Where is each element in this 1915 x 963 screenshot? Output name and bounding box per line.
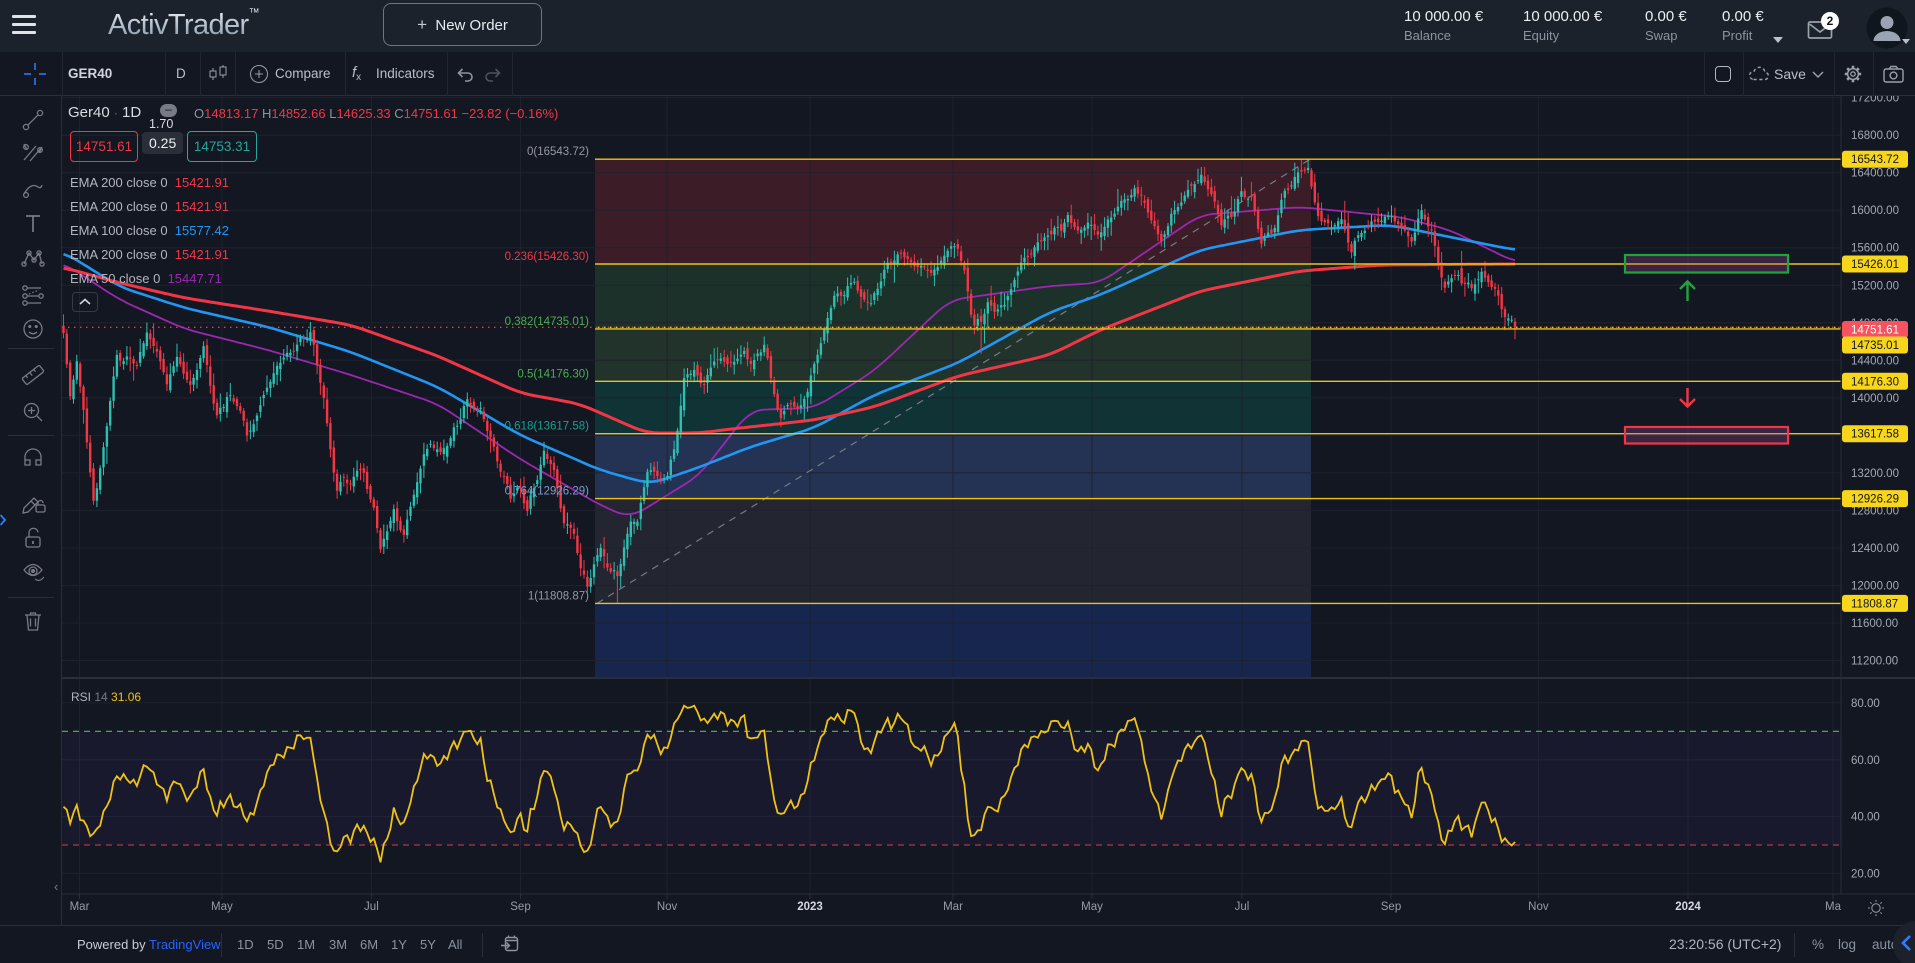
svg-text:13617.58: 13617.58 [1851,429,1899,441]
svg-text:1(11808.87): 1(11808.87) [528,590,589,602]
svg-text:11600.00: 11600.00 [1851,618,1898,630]
svg-text:Jul: Jul [364,901,379,913]
svg-text:14000.00: 14000.00 [1851,393,1899,405]
svg-text:12400.00: 12400.00 [1851,543,1899,555]
svg-text:Mar: Mar [70,901,90,913]
svg-text:Mar: Mar [943,901,963,913]
svg-text:14751.61: 14751.61 [1851,325,1899,337]
svg-text:0.5(14176.30): 0.5(14176.30) [517,368,589,380]
svg-text:Ma: Ma [1825,901,1842,913]
svg-text:0(16543.72): 0(16543.72) [527,146,589,158]
svg-text:16400.00: 16400.00 [1851,168,1899,180]
svg-text:11808.87: 11808.87 [1851,598,1898,610]
svg-text:Jul: Jul [1235,901,1250,913]
svg-text:15200.00: 15200.00 [1851,280,1899,292]
svg-text:12926.29: 12926.29 [1851,494,1899,506]
svg-text:0.382(14735.01): 0.382(14735.01) [505,316,590,328]
svg-text:12000.00: 12000.00 [1851,581,1899,593]
svg-text:Nov: Nov [657,901,678,913]
svg-text:0.764(12926.29): 0.764(12926.29) [505,486,590,498]
svg-text:40.00: 40.00 [1851,812,1880,824]
svg-text:20.00: 20.00 [1851,868,1880,880]
svg-text:Nov: Nov [1528,901,1549,913]
svg-text:11200.00: 11200.00 [1851,656,1898,668]
svg-text:2023: 2023 [797,901,823,913]
svg-text:13200.00: 13200.00 [1851,468,1899,480]
svg-text:14735.01: 14735.01 [1851,340,1899,352]
svg-text:May: May [211,901,233,913]
svg-text:16000.00: 16000.00 [1851,205,1899,217]
svg-text:14400.00: 14400.00 [1851,355,1899,367]
svg-text:16800.00: 16800.00 [1851,130,1899,142]
svg-text:14176.30: 14176.30 [1851,376,1899,388]
svg-text:0.618(13617.58): 0.618(13617.58) [505,421,590,433]
svg-text:17200.00: 17200.00 [1851,96,1899,105]
svg-text:15600.00: 15600.00 [1851,243,1899,255]
svg-text:2024: 2024 [1675,901,1701,913]
svg-text:15426.01: 15426.01 [1851,259,1899,271]
svg-text:12800.00: 12800.00 [1851,505,1899,517]
svg-text:May: May [1081,901,1103,913]
svg-text:16543.72: 16543.72 [1851,154,1899,166]
svg-text:Sep: Sep [510,901,530,913]
svg-text:0.236(15426.30): 0.236(15426.30) [505,251,590,263]
svg-text:80.00: 80.00 [1851,698,1880,710]
svg-text:Sep: Sep [1381,901,1401,913]
svg-text:RSI 14 31.06: RSI 14 31.06 [71,690,141,704]
svg-text:60.00: 60.00 [1851,755,1880,767]
